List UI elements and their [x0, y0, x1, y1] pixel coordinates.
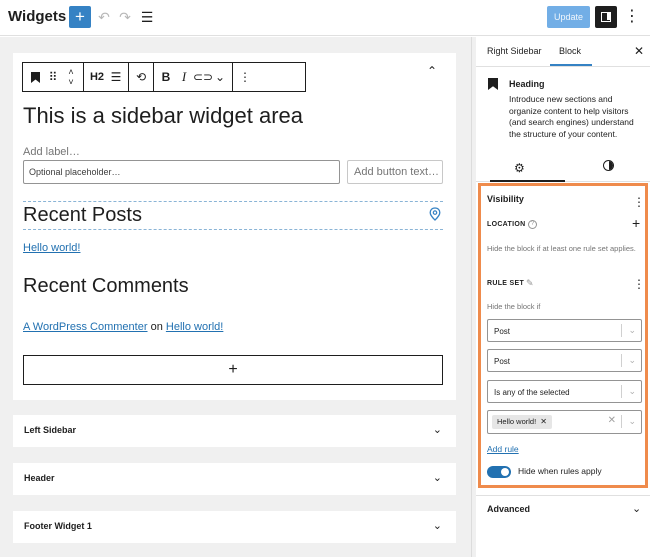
link-icon[interactable]: ⊂⊃ [193, 63, 213, 91]
tab-right-sidebar[interactable]: Right Sidebar [487, 46, 542, 56]
recent-posts-heading[interactable]: Recent Posts [23, 201, 443, 230]
active-tab-indicator [550, 64, 592, 66]
heading-block[interactable]: This is a sidebar widget area [23, 103, 303, 129]
chevron-down-icon: ⌄ [432, 472, 442, 484]
bookmark-icon[interactable] [26, 63, 44, 91]
selected-value-chip: Hello world! ✕ [492, 415, 552, 429]
chevron-down-icon: ⌄ [432, 424, 442, 436]
block-toolbar: ⠿ ˄ ˅ H2 ☰ ⟲ B I ⊂⊃ ⌄ ⋮ [22, 62, 306, 92]
drag-handle-icon[interactable]: ⠿ [44, 63, 62, 91]
location-label: LOCATION [487, 221, 526, 228]
post-link[interactable]: Hello world! [23, 242, 80, 254]
area-label: Left Sidebar [24, 425, 77, 435]
add-rule-link[interactable]: Add rule [487, 444, 519, 454]
bold-button[interactable]: B [157, 63, 175, 91]
rule-operator-select[interactable]: Is any of the selected ⌄ [487, 380, 642, 403]
chevron-down-icon: ⌄ [628, 325, 636, 335]
block-card-title: Heading [509, 79, 545, 89]
add-block-button[interactable]: + [69, 6, 91, 28]
pencil-icon[interactable]: ✎ [526, 278, 534, 289]
search-placeholder-input[interactable]: Optional placeholder… [23, 160, 340, 184]
chevron-down-icon: ⌄ [628, 355, 636, 365]
toggle-label: Hide when rules apply [518, 466, 602, 476]
visibility-title: Visibility [487, 194, 524, 204]
italic-button[interactable]: I [175, 63, 193, 91]
chevron-down-icon: ⌄ [432, 520, 442, 532]
active-tab-indicator [490, 180, 565, 182]
chevron-down-icon: ⌄ [628, 416, 636, 426]
widget-editor-canvas: ⠿ ˄ ˅ H2 ☰ ⟲ B I ⊂⊃ ⌄ ⋮ ⌃ This is a sideb… [0, 37, 471, 557]
select-value: Is any of the selected [494, 388, 570, 397]
recent-posts-heading-text: Recent Posts [23, 204, 142, 226]
top-toolbar: Widgets + ↶ ↷ ☰ Update ⋮ [0, 0, 650, 36]
chevron-down-icon[interactable]: ⌄ [211, 63, 229, 91]
block-card: Heading Introduce new sections and organ… [476, 68, 650, 182]
redo-icon[interactable]: ↷ [116, 7, 134, 27]
transform-icon[interactable]: ⟲ [132, 63, 150, 91]
recent-comments-heading[interactable]: Recent Comments [23, 275, 189, 298]
clear-icon[interactable]: ✕ [608, 415, 616, 426]
comment-post-link[interactable]: Hello world! [166, 321, 223, 333]
location-pin-icon [429, 207, 441, 221]
settings-sidebar: Right Sidebar Block ✕ Heading Introduce … [476, 37, 650, 557]
sidebar-tabs: Right Sidebar Block ✕ [476, 37, 650, 67]
comment-item: A WordPress Commenter on Hello world! [23, 321, 223, 333]
select-value: Post [494, 327, 511, 336]
widget-area-header[interactable]: Header ⌄ [13, 463, 456, 495]
select-value: Post [494, 357, 511, 366]
align-icon[interactable]: ☰ [107, 63, 125, 91]
heading-level-button[interactable]: H2 [87, 63, 107, 91]
rule-set-help-text: Hide the block if [487, 302, 541, 311]
divider [476, 495, 650, 496]
settings-button[interactable] [595, 6, 617, 28]
undo-icon[interactable]: ↶ [95, 7, 113, 27]
page-title: Widgets [8, 8, 67, 25]
location-help-text: Hide the block if at least one rule set … [487, 244, 636, 253]
advanced-panel-toggle[interactable]: Advanced [487, 504, 530, 514]
button-text-input[interactable]: Add button text… [347, 160, 443, 184]
list-view-icon[interactable]: ☰ [138, 7, 156, 27]
rule-set-options-icon[interactable]: ⋮ [633, 278, 645, 290]
hide-when-rules-apply-toggle[interactable] [487, 466, 511, 478]
info-icon[interactable]: ? [528, 220, 537, 229]
block-card-description: Introduce new sections and organize cont… [509, 94, 634, 139]
rule-subtype-select[interactable]: Post ⌄ [487, 349, 642, 372]
options-menu-button[interactable]: ⋮ [624, 7, 640, 27]
chevron-down-icon[interactable]: ⌄ [632, 502, 641, 515]
visibility-panel: Visibility ⋮ LOCATION ? + Hide the block… [478, 183, 648, 488]
chevron-up-icon[interactable]: ⌃ [427, 64, 437, 78]
tab-block[interactable]: Block [559, 46, 581, 56]
gear-icon[interactable]: ⚙ [514, 161, 525, 175]
comment-author-link[interactable]: A WordPress Commenter [23, 321, 148, 333]
area-label: Header [24, 473, 55, 483]
visibility-options-icon[interactable]: ⋮ [633, 196, 645, 208]
block-options-icon[interactable]: ⋮ [236, 63, 254, 91]
close-icon[interactable]: ✕ [634, 44, 644, 58]
sidebar-panel-icon [601, 12, 611, 22]
update-button[interactable]: Update [547, 6, 590, 28]
area-label: Footer Widget 1 [24, 521, 92, 531]
bookmark-icon [488, 78, 498, 90]
move-up-down-icon[interactable]: ˄ ˅ [62, 63, 80, 91]
block-appender-button[interactable]: + [23, 355, 443, 385]
widget-area-footer-widget-1[interactable]: Footer Widget 1 ⌄ [13, 511, 456, 543]
widget-area-left-sidebar[interactable]: Left Sidebar ⌄ [13, 415, 456, 447]
chevron-down-icon: ⌄ [628, 386, 636, 396]
remove-chip-icon[interactable]: ✕ [540, 417, 547, 426]
rule-set-label: RULE SET [487, 280, 525, 287]
rule-value-multiselect[interactable]: Hello world! ✕ ✕ ⌄ [487, 410, 642, 434]
add-location-icon[interactable]: + [632, 215, 640, 231]
widget-area-panel: ⠿ ˄ ˅ H2 ☰ ⟲ B I ⊂⊃ ⌄ ⋮ ⌃ This is a sideb… [13, 53, 456, 400]
chip-label: Hello world! [497, 417, 537, 426]
add-label-field[interactable]: Add label… [23, 146, 80, 158]
comment-on-text: on [150, 321, 163, 333]
styles-icon[interactable] [603, 160, 614, 171]
rule-type-select[interactable]: Post ⌄ [487, 319, 642, 342]
